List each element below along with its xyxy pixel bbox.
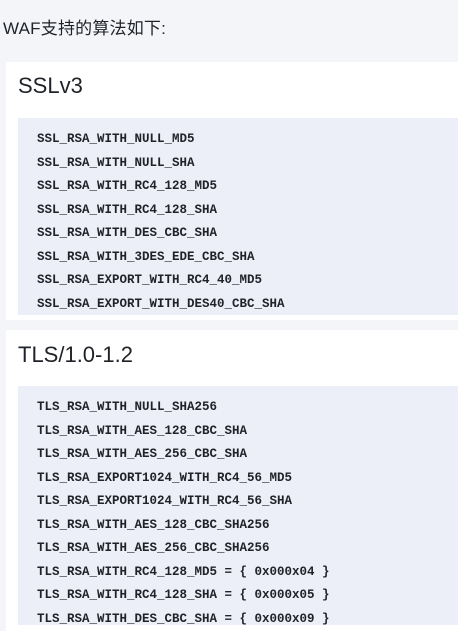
code-line: SSL_RSA_WITH_3DES_EDE_CBC_SHA bbox=[37, 249, 255, 264]
code-line: SSL_RSA_WITH_DES_CBC_SHA bbox=[37, 226, 218, 240]
code-line: SSL_RSA_EXPORT_WITH_DES40_CBC_SHA bbox=[37, 296, 285, 311]
code-line: TLS_RSA_EXPORT1024_WITH_RC4_56_SHA bbox=[37, 494, 293, 508]
code-line: TLS_RSA_WITH_AES_128_CBC_SHA256 bbox=[37, 517, 270, 532]
code-line: TLS_RSA_EXPORT1024_WITH_RC4_56_MD5 bbox=[37, 470, 293, 485]
code-line: TLS_RSA_WITH_RC4_128_SHA = { 0x000x05 } bbox=[37, 588, 330, 602]
code-line: SSL_RSA_WITH_NULL_SHA bbox=[37, 155, 195, 170]
code-line: SSL_RSA_WITH_NULL_MD5 bbox=[37, 132, 195, 146]
code-line: TLS_RSA_WITH_AES_128_CBC_SHA bbox=[37, 423, 248, 438]
intro-text: WAF支持的算法如下: bbox=[3, 19, 167, 38]
code-line: SSL_RSA_WITH_RC4_128_MD5 bbox=[37, 179, 218, 193]
section-title-tls: TLS/1.0-1.2 bbox=[18, 342, 133, 367]
code-line: TLS_RSA_WITH_RC4_128_MD5 = { 0x000x04 } bbox=[37, 564, 330, 579]
section-title-sslv3: SSLv3 bbox=[18, 73, 83, 98]
code-line: SSL_RSA_EXPORT_WITH_RC4_40_MD5 bbox=[37, 273, 263, 287]
code-block-tls: TLS_RSA_WITH_NULL_SHA256 TLS_RSA_WITH_AE… bbox=[18, 386, 458, 626]
code-line: TLS_RSA_WITH_DES_CBC_SHA = { 0x000x09 } bbox=[37, 611, 330, 626]
section-sslv3: SSLv3 SSL_RSA_WITH_NULL_MD5 SSL_RSA_WITH… bbox=[6, 62, 458, 320]
code-line: TLS_RSA_WITH_AES_256_CBC_SHA bbox=[37, 447, 248, 461]
code-line: TLS_RSA_WITH_AES_256_CBC_SHA256 bbox=[37, 541, 270, 555]
code-line: TLS_RSA_WITH_NULL_SHA256 bbox=[37, 400, 218, 414]
page: WAF支持的算法如下: SSLv3 SSL_RSA_WITH_NULL_MD5 … bbox=[0, 0, 458, 631]
code-block-sslv3: SSL_RSA_WITH_NULL_MD5 SSL_RSA_WITH_NULL_… bbox=[18, 118, 458, 315]
code-line: SSL_RSA_WITH_RC4_128_SHA bbox=[37, 202, 218, 217]
section-tls: TLS/1.0-1.2 TLS_RSA_WITH_NULL_SHA256 TLS… bbox=[6, 330, 458, 631]
